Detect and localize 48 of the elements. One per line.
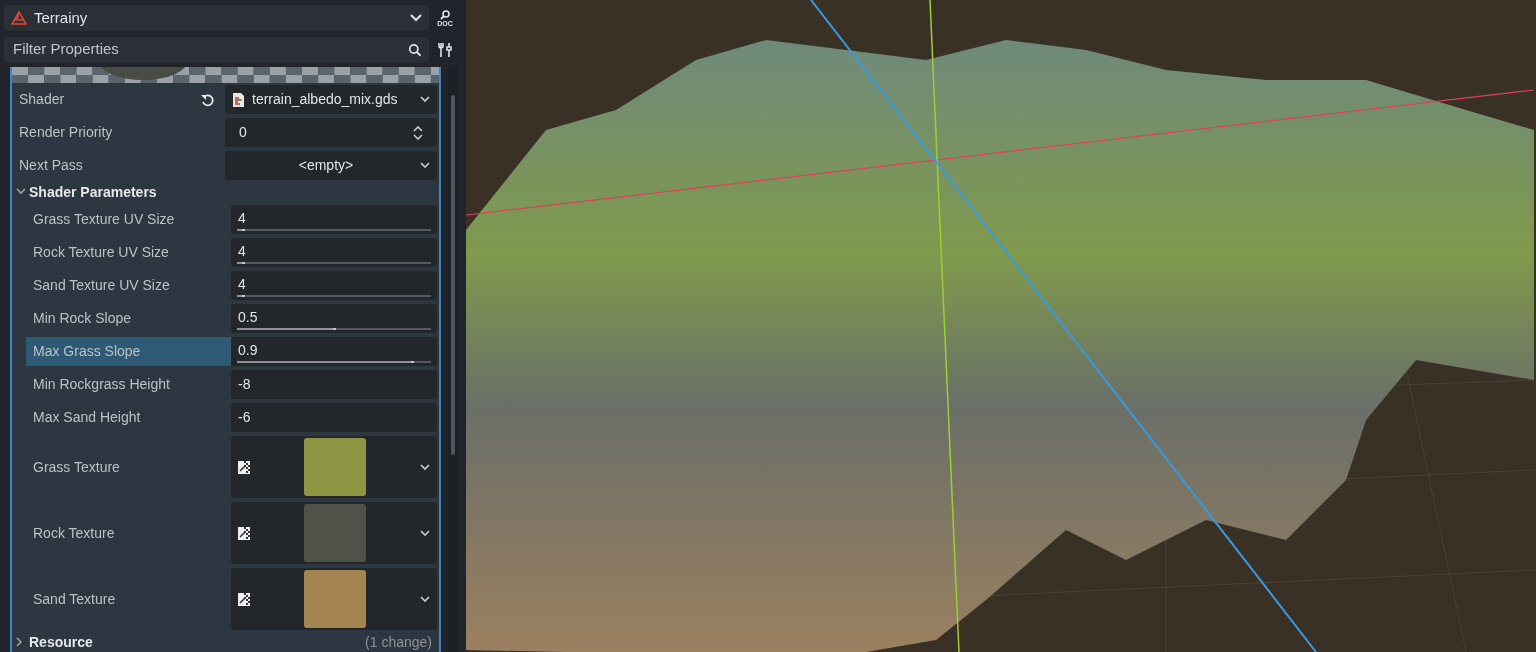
chevron-down-icon (420, 96, 430, 103)
tools-icon (438, 41, 452, 58)
section-header: Shader Parameters (29, 183, 157, 202)
parameter-label: Min Rockgrass Height (32, 375, 171, 394)
parameter-field[interactable] (231, 436, 437, 498)
parameter-field[interactable] (231, 502, 437, 564)
scrollbar[interactable] (448, 67, 458, 652)
property-field[interactable]: 0 (225, 118, 437, 147)
search-icon (407, 42, 422, 57)
parameter-label: Grass Texture (32, 457, 121, 477)
parameter-label: Min Rock Slope (32, 309, 133, 328)
parameter-label: Max Grass Slope (26, 337, 231, 366)
parameter-label: Sand Texture UV Size (32, 276, 171, 295)
chevron-down-icon (420, 529, 430, 537)
mesh-icon (11, 11, 27, 25)
script-file-icon (232, 91, 245, 108)
parameter-label: Grass Texture UV Size (32, 210, 176, 229)
texture-edit-icon (238, 460, 250, 474)
parameter-label: Sand Texture (32, 589, 117, 609)
property-field[interactable]: <empty> (225, 151, 437, 180)
parameter-field[interactable] (231, 568, 437, 630)
chevron-down-icon (420, 595, 430, 603)
spin-arrows-icon (413, 125, 423, 140)
parameter-label: Max Sand Height (32, 408, 142, 427)
object-selector-dropdown[interactable]: Terrainy (4, 5, 429, 31)
property-label: Next Pass (19, 156, 84, 175)
parameter-field[interactable]: 4 (231, 271, 437, 300)
parameter-field[interactable]: 0.5 (231, 304, 437, 333)
texture-edit-icon (238, 592, 250, 606)
property-label: Render Priority (19, 123, 114, 142)
texture-edit-icon (238, 526, 250, 540)
parameter-field[interactable]: -6 (231, 403, 437, 432)
property-label: Shader (19, 90, 66, 109)
chevron-down-icon (420, 463, 430, 471)
revert-button[interactable] (200, 92, 214, 107)
parameter-field[interactable]: 0.9 (231, 337, 437, 366)
parameter-field[interactable]: 4 (231, 238, 437, 267)
change-count: (1 change) (365, 632, 432, 652)
chevron-down-icon (420, 162, 430, 169)
parameter-label: Rock Texture UV Size (32, 243, 170, 262)
parameter-field[interactable]: 4 (231, 205, 437, 234)
search-icon (439, 9, 451, 20)
object-name: Terrainy (34, 7, 88, 28)
section-header: Resource (29, 632, 94, 652)
parameter-field[interactable]: -8 (231, 370, 437, 399)
property-field[interactable]: terrain_albedo_mix.gds (225, 85, 437, 114)
chevron-down-icon (409, 14, 422, 22)
parameter-label: Rock Texture (32, 523, 116, 543)
